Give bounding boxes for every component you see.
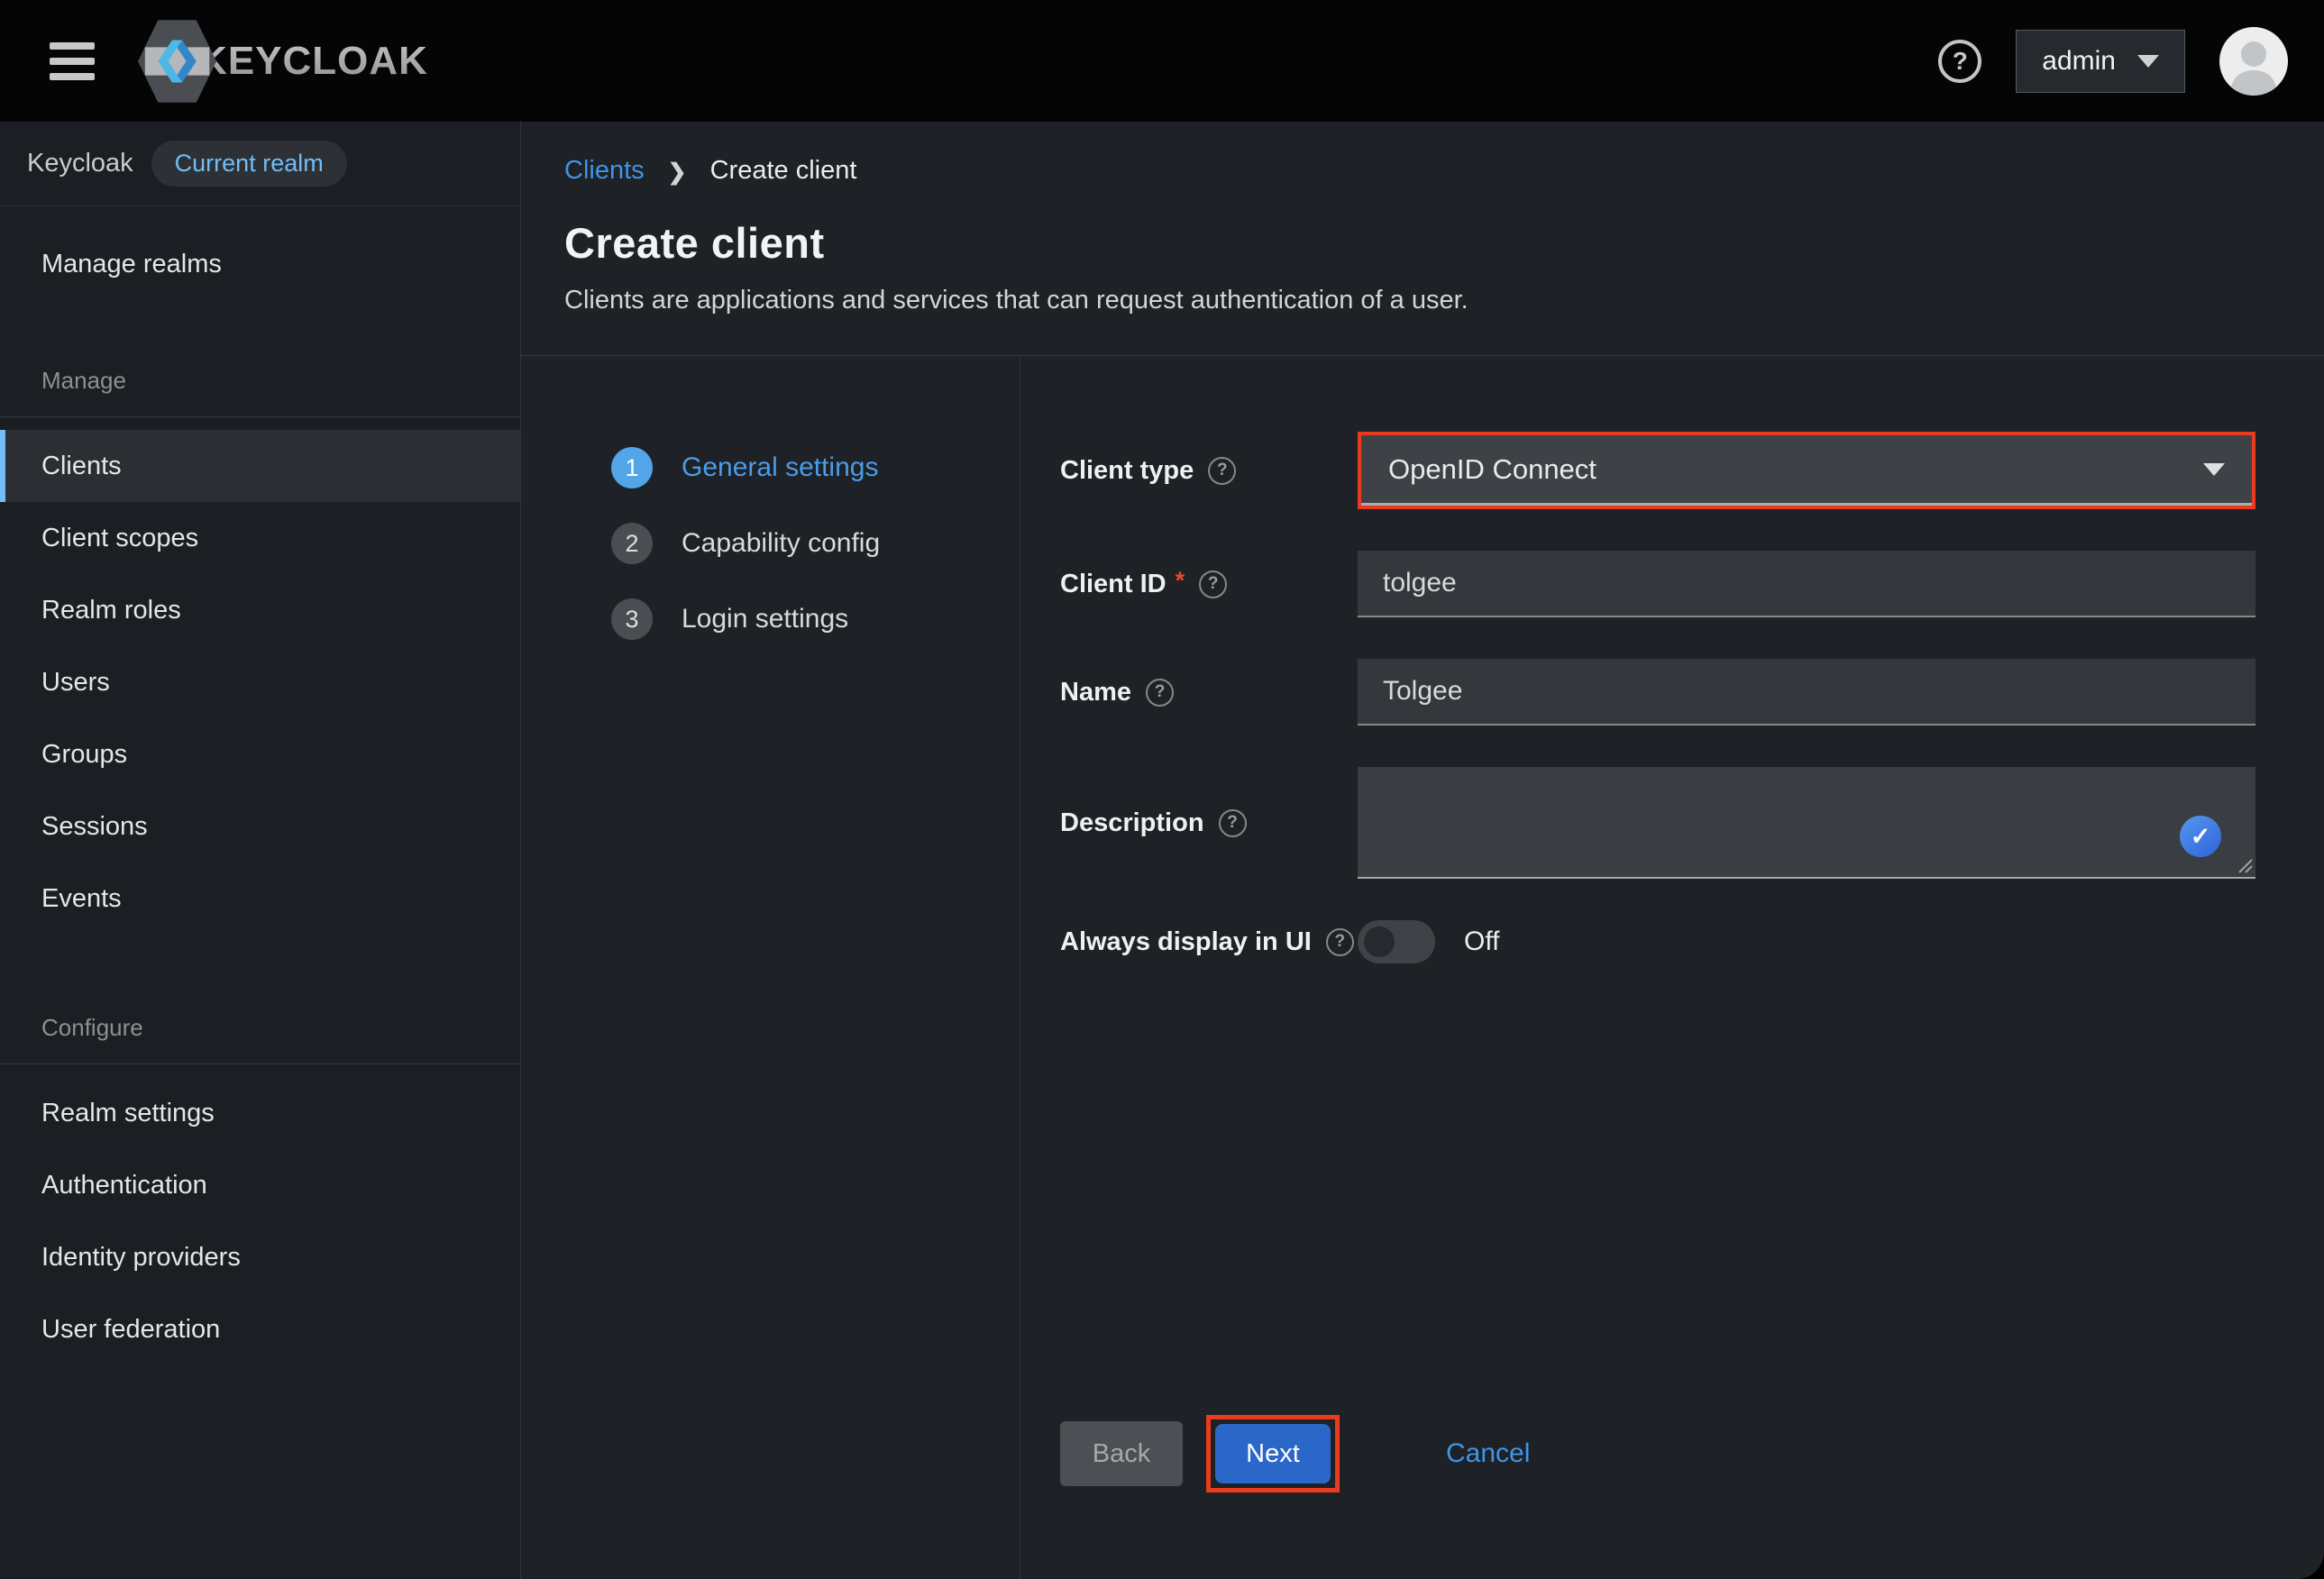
always-display-toggle[interactable]: [1358, 920, 1435, 963]
page-subtitle: Clients are applications and services th…: [564, 286, 2281, 355]
breadcrumb: Clients ❯ Create client: [564, 156, 2281, 186]
wizard-nav: 1 General settings 2 Capability config 3…: [521, 356, 1020, 1579]
client-id-input[interactable]: [1358, 551, 2255, 617]
sidebar-item-groups[interactable]: Groups: [0, 718, 520, 790]
resize-grip-icon[interactable]: [2233, 853, 2253, 873]
name-row: Name ?: [1060, 659, 2255, 726]
back-button[interactable]: Back: [1060, 1421, 1183, 1486]
sidebar: Keycloak Current realm Manage realms Man…: [0, 122, 521, 1579]
caret-down-icon: [2203, 463, 2225, 476]
breadcrumb-clients-link[interactable]: Clients: [564, 156, 645, 186]
sidebar-item-clients[interactable]: Clients: [0, 430, 520, 502]
help-icon[interactable]: ?: [1326, 928, 1354, 956]
brand-text: KEYCLOAK: [198, 39, 428, 84]
help-icon[interactable]: ?: [1146, 679, 1174, 707]
chevron-down-icon: [2137, 55, 2159, 68]
name-input[interactable]: [1358, 659, 2255, 726]
always-display-row: Always display in UI ? Off: [1060, 920, 2255, 963]
next-button[interactable]: Next: [1215, 1424, 1331, 1483]
step-number: 3: [611, 598, 653, 640]
required-asterisk: *: [1176, 567, 1185, 595]
wizard-footer: Back Next Cancel: [1060, 1415, 2255, 1492]
client-type-select[interactable]: OpenID Connect: [1361, 435, 2252, 506]
chevron-right-icon: ❯: [668, 159, 687, 186]
sidebar-item-realm-roles[interactable]: Realm roles: [0, 574, 520, 646]
annotation-highlight: Next: [1206, 1415, 1340, 1492]
page-header: Clients ❯ Create client Create client Cl…: [521, 122, 2324, 356]
hamburger-menu-icon[interactable]: [50, 42, 95, 80]
breadcrumb-current: Create client: [710, 156, 857, 186]
user-name: admin: [2042, 46, 2116, 77]
avatar[interactable]: [2219, 27, 2288, 96]
keycloak-logo[interactable]: KEYCLOAK: [138, 18, 428, 105]
cancel-link[interactable]: Cancel: [1446, 1438, 1530, 1469]
keycloak-logo-icon: [138, 18, 216, 105]
help-icon[interactable]: ?: [1938, 40, 1981, 83]
description-textarea[interactable]: [1358, 767, 2255, 877]
sidebar-item-identity-providers[interactable]: Identity providers: [0, 1221, 520, 1293]
wizard-step-capability-config[interactable]: 2 Capability config: [611, 506, 1020, 581]
help-icon[interactable]: ?: [1199, 570, 1227, 598]
always-display-label: Always display in UI ?: [1060, 927, 1358, 957]
client-id-label: Client ID * ?: [1060, 570, 1358, 599]
main-content: Clients ❯ Create client Create client Cl…: [521, 122, 2324, 1579]
annotation-highlight: OpenID Connect: [1358, 432, 2255, 509]
user-menu-dropdown[interactable]: admin: [2016, 30, 2185, 93]
sidebar-item-user-federation[interactable]: User federation: [0, 1293, 520, 1365]
extension-check-badge[interactable]: ✓: [2180, 816, 2221, 857]
sidebar-item-events[interactable]: Events: [0, 863, 520, 935]
toggle-state-label: Off: [1464, 926, 1499, 957]
sidebar-item-client-scopes[interactable]: Client scopes: [0, 502, 520, 574]
client-id-row: Client ID * ?: [1060, 551, 2255, 617]
current-realm-chip[interactable]: Current realm: [151, 141, 347, 187]
sidebar-section-configure: Configure: [0, 1014, 520, 1063]
masthead: KEYCLOAK ? admin: [0, 0, 2324, 122]
description-label: Description ?: [1060, 808, 1358, 838]
client-type-label: Client type ?: [1060, 456, 1358, 486]
name-label: Name ?: [1060, 678, 1358, 707]
client-type-row: Client type ? OpenID Connect: [1060, 432, 2255, 509]
sidebar-item-users[interactable]: Users: [0, 646, 520, 718]
description-textarea-wrap: ✓: [1358, 767, 2255, 879]
sidebar-item-manage-realms[interactable]: Manage realms: [0, 228, 520, 300]
sidebar-item-authentication[interactable]: Authentication: [0, 1149, 520, 1221]
wizard-step-login-settings[interactable]: 3 Login settings: [611, 581, 1020, 657]
toggle-knob: [1364, 926, 1395, 957]
wizard-form: Client type ? OpenID Connect: [1020, 356, 2324, 1579]
help-icon[interactable]: ?: [1219, 809, 1247, 837]
sidebar-item-sessions[interactable]: Sessions: [0, 790, 520, 863]
description-row: Description ? ✓: [1060, 767, 2255, 879]
step-number: 1: [611, 447, 653, 488]
realm-selector[interactable]: Keycloak Current realm: [0, 122, 520, 206]
workspace-label: Keycloak: [27, 149, 133, 178]
sidebar-section-manage: Manage: [0, 367, 520, 416]
sidebar-item-realm-settings[interactable]: Realm settings: [0, 1077, 520, 1149]
person-icon: [2219, 32, 2288, 96]
page-title: Create client: [564, 218, 2281, 268]
help-icon[interactable]: ?: [1208, 457, 1236, 485]
step-number: 2: [611, 523, 653, 564]
wizard-step-general-settings[interactable]: 1 General settings: [611, 430, 1020, 506]
